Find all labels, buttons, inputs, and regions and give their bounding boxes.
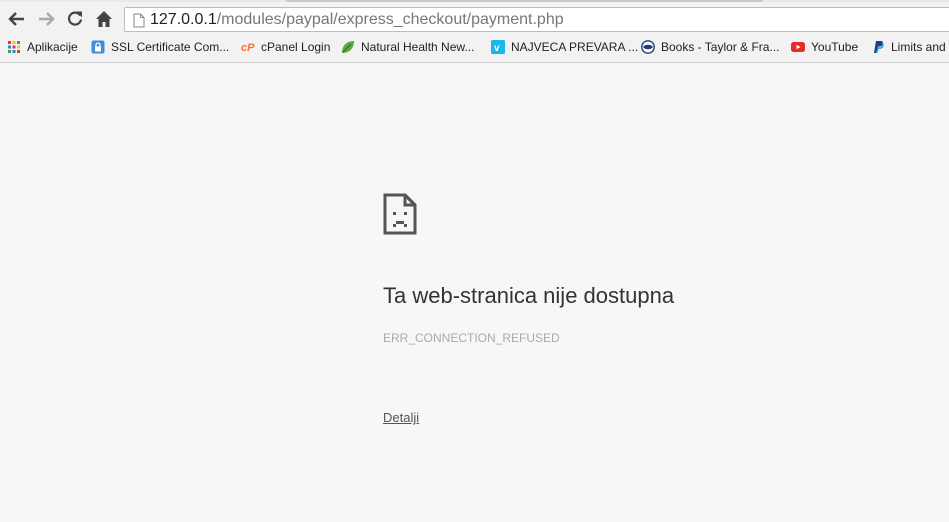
bookmark-natural-health[interactable]: Natural Health New... xyxy=(341,38,474,56)
bookmarks-bar: Aplikacije SSL Certificate Com... cP cPa… xyxy=(0,36,949,58)
bookmark-cpanel-login[interactable]: cP cPanel Login xyxy=(241,38,330,56)
svg-text:v: v xyxy=(494,43,500,54)
active-tab-edge xyxy=(286,0,763,2)
arrow-left-icon xyxy=(8,12,24,26)
error-code: ERR_CONNECTION_REFUSED xyxy=(383,331,560,345)
bookmark-label: Aplikacije xyxy=(27,40,78,54)
reload-button[interactable] xyxy=(64,8,86,30)
lock-icon xyxy=(91,40,105,54)
back-button[interactable] xyxy=(6,8,28,30)
globe-icon xyxy=(641,40,655,54)
url-path: /modules/paypal/express_checkout/payment… xyxy=(216,11,564,28)
address-bar[interactable]: 127.0.0.1/modules/paypal/express_checkou… xyxy=(124,7,949,32)
cpanel-icon: cP xyxy=(241,42,255,54)
bookmark-label: Limits and xyxy=(891,40,946,54)
sad-document-icon xyxy=(383,193,417,235)
bookmark-limits-paypal[interactable]: Limits and xyxy=(871,38,946,56)
bookmark-label: YouTube xyxy=(811,40,859,54)
url-text: 127.0.0.1/modules/paypal/express_checkou… xyxy=(150,11,564,29)
details-link[interactable]: Detalji xyxy=(383,410,419,425)
vimeo-icon: v xyxy=(491,40,505,54)
bookmark-apps[interactable]: Aplikacije xyxy=(7,38,78,56)
bookmark-label: Natural Health New... xyxy=(361,40,475,54)
arrow-right-icon xyxy=(39,12,55,26)
home-button[interactable] xyxy=(93,8,115,30)
bookmark-books-taylor-francis[interactable]: Books - Taylor & Fra... xyxy=(641,38,779,56)
tab-strip xyxy=(0,0,949,2)
apps-grid-icon xyxy=(8,41,20,53)
bookmark-najveca-prevara[interactable]: v NAJVECA PREVARA ... xyxy=(491,38,638,56)
reload-icon xyxy=(67,11,83,26)
page-icon xyxy=(133,13,145,28)
bookmark-label: cPanel Login xyxy=(261,40,331,54)
error-title: Ta web-stranica nije dostupna xyxy=(383,283,675,308)
bookmark-label: NAJVECA PREVARA ... xyxy=(511,40,639,54)
toolbar: 127.0.0.1/modules/paypal/express_checkou… xyxy=(0,4,949,34)
paypal-icon xyxy=(874,41,884,54)
browser-chrome: 127.0.0.1/modules/paypal/express_checkou… xyxy=(0,0,949,63)
bookmark-ssl-certificate[interactable]: SSL Certificate Com... xyxy=(91,38,229,56)
bookmark-label: Books - Taylor & Fra... xyxy=(661,40,780,54)
youtube-icon xyxy=(791,42,805,52)
url-host: 127.0.0.1 xyxy=(150,11,217,28)
error-page: Ta web-stranica nije dostupna ERR_CONNEC… xyxy=(0,63,949,522)
forward-button[interactable] xyxy=(35,8,57,30)
home-icon xyxy=(96,11,112,27)
leaf-icon xyxy=(342,41,354,53)
svg-text:cP: cP xyxy=(241,42,255,54)
bookmark-youtube[interactable]: YouTube xyxy=(791,38,858,56)
bookmark-label: SSL Certificate Com... xyxy=(111,40,230,54)
